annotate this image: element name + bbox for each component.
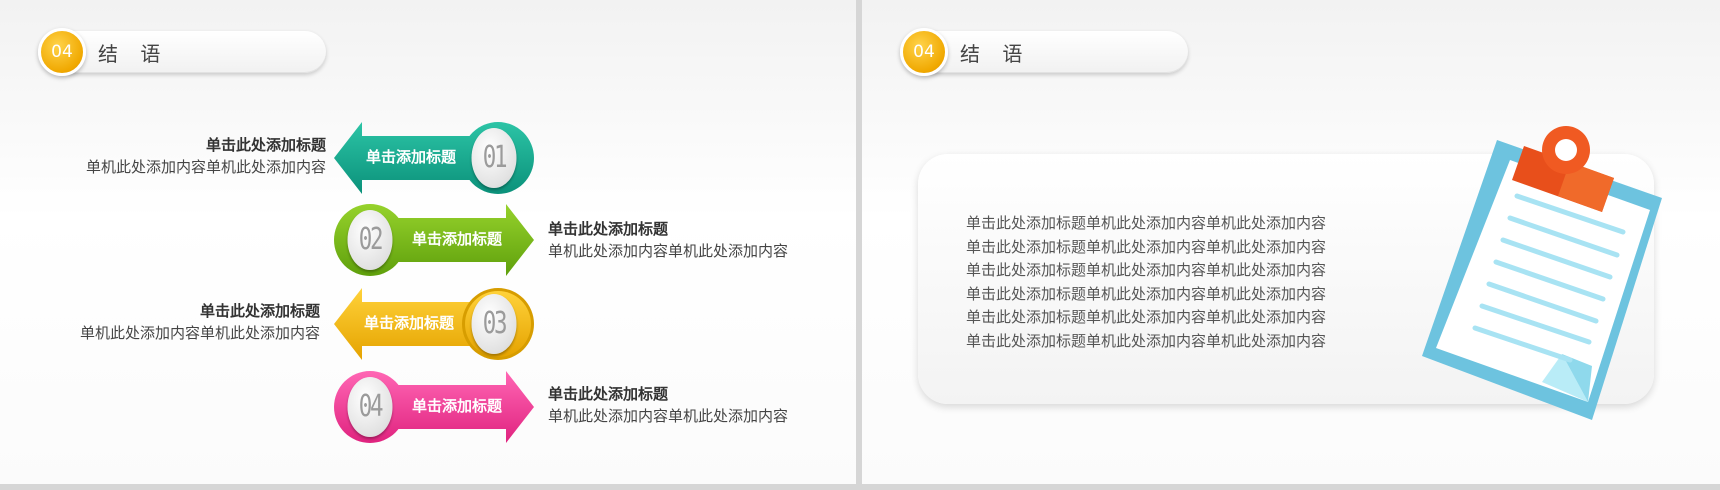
section-header: 04 结 语 <box>900 28 1190 76</box>
step-text-02: 单击此处添加标题 单机此处添加内容单机此处添加内容 <box>548 218 788 262</box>
step-arrow-01[interactable]: 单击添加标题 01 <box>334 122 534 194</box>
step-number: 03 <box>471 294 517 354</box>
step-arrow-04[interactable]: 04 单击添加标题 <box>334 371 534 443</box>
header-pill <box>50 31 326 73</box>
arrow-label: 单击添加标题 <box>412 397 503 415</box>
arrow-label: 单击添加标题 <box>366 148 457 166</box>
step-desc: 单机此处添加内容单机此处添加内容 <box>79 324 320 342</box>
step-arrow-02[interactable]: 02 单击添加标题 <box>334 204 534 276</box>
section-number-badge: 04 <box>38 28 86 76</box>
step-desc: 单机此处添加内容单机此处添加内容 <box>548 407 789 425</box>
paragraph-line: 单击此处添加标题单机此处添加内容单机此处添加内容 <box>966 308 1327 326</box>
step-desc: 单机此处添加内容单机此处添加内容 <box>85 158 326 176</box>
step-text-04: 单击此处添加标题 单机此处添加内容单机此处添加内容 <box>548 383 788 427</box>
step-text-01: 单击此处添加标题 单机此处添加内容单机此处添加内容 <box>86 134 326 178</box>
step-text-03: 单击此处添加标题 单机此处添加内容单机此处添加内容 <box>80 300 320 344</box>
section-number-badge: 04 <box>900 28 948 76</box>
clipboard-icon <box>1422 126 1662 420</box>
content-paragraph: 单击此处添加标题单机此处添加内容单机此处添加内容 单击此处添加标题单机此处添加内… <box>966 212 1366 353</box>
paragraph-line: 单击此处添加标题单机此处添加内容单机此处添加内容 <box>966 237 1327 256</box>
step-number: 04 <box>347 377 393 437</box>
paragraph-line: 单击此处添加标题单机此处添加内容单机此处添加内容 <box>966 284 1327 303</box>
section-title: 结 语 <box>960 42 1031 66</box>
step-title: 单击此处添加标题 <box>199 302 320 320</box>
step-title: 单击此处添加标题 <box>205 136 326 154</box>
step-desc: 单机此处添加内容单机此处添加内容 <box>548 242 789 260</box>
paragraph-line: 单击此处添加标题单机此处添加内容单机此处添加内容 <box>966 214 1327 232</box>
arrow-label: 单击添加标题 <box>412 230 503 248</box>
step-number: 01 <box>471 128 517 188</box>
slide-right: 04 结 语 单击此处添加标题单机此处添加内容单机此处添加内容 单击此处添加标题… <box>862 0 1720 484</box>
section-header: 04 结 语 <box>38 28 328 76</box>
arrow-label: 单击添加标题 <box>364 314 455 332</box>
section-title: 结 语 <box>98 42 169 66</box>
step-title: 单击此处添加标题 <box>548 385 669 403</box>
step-arrow-03[interactable]: 单击添加标题 03 <box>334 288 534 360</box>
paragraph-line: 单击此处添加标题单机此处添加内容单机此处添加内容 <box>966 331 1327 350</box>
paragraph-line: 单击此处添加标题单机此处添加内容单机此处添加内容 <box>966 261 1327 279</box>
slide-left: 04 结 语 单击添加标题 01 单击此处添加标题 单机此处添加内容单机此处添加… <box>0 0 856 484</box>
header-pill <box>912 31 1188 73</box>
step-number: 02 <box>347 210 393 270</box>
step-title: 单击此处添加标题 <box>548 220 669 238</box>
